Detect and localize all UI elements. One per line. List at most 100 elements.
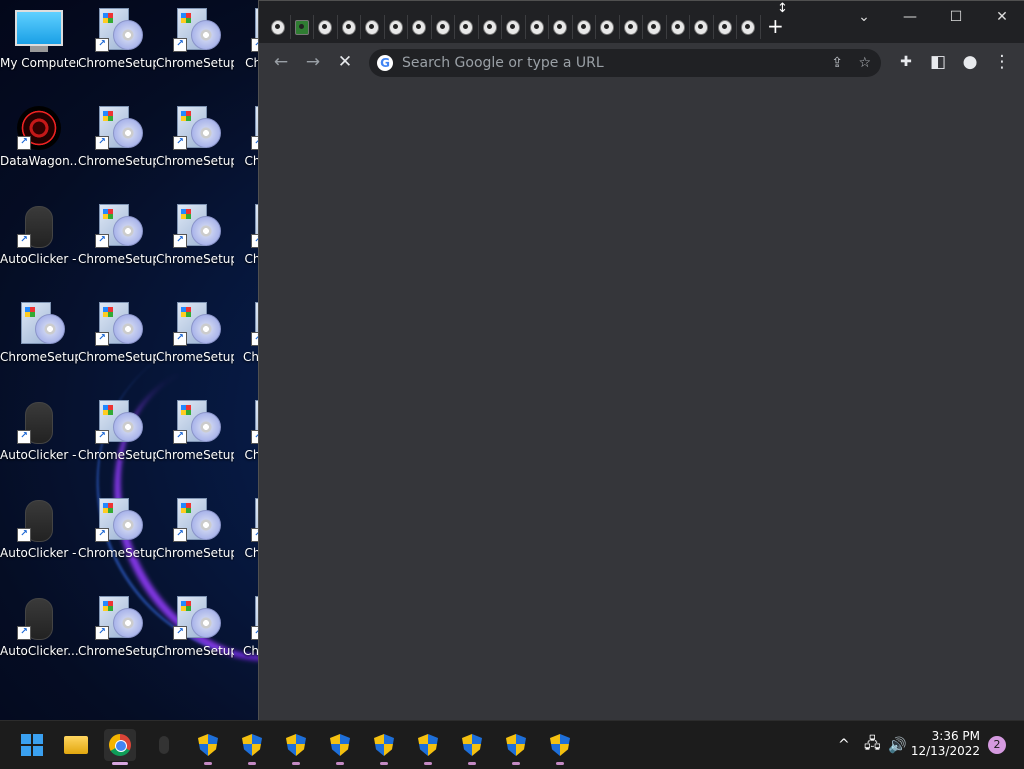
desktop-icon-label: ChromeSetup - Copy (3) - ...	[78, 546, 156, 560]
desktop-icon-label: AutoClicker... - Shortcut	[0, 644, 78, 658]
network-icon[interactable]: 🖧	[864, 721, 881, 769]
uac-app-taskbar-button[interactable]	[192, 729, 224, 765]
desktop-icon-mycomputer[interactable]: My Computer	[0, 0, 78, 92]
shield-icon	[462, 734, 482, 756]
running-indicator	[556, 762, 564, 765]
browser-tab[interactable]	[385, 15, 408, 39]
profile-icon[interactable]: ●	[959, 51, 981, 73]
browser-tab[interactable]	[455, 15, 479, 39]
running-indicator	[204, 762, 212, 765]
browser-tab[interactable]	[737, 15, 761, 39]
shortcut-arrow-icon: ↗	[173, 626, 187, 640]
desktop-icon-label: ChromeSetup - Copy (5) - ...	[156, 252, 234, 266]
shortcut-arrow-icon: ↗	[17, 234, 31, 248]
uac-app-taskbar-button[interactable]	[368, 729, 400, 765]
tab-favicon-icon	[670, 19, 685, 35]
menu-icon[interactable]: ⋮	[991, 51, 1013, 73]
desktop-icon-setup[interactable]: ↗ ChromeSetup - Copy (4).e...	[156, 98, 234, 190]
desktop-icon-mouse[interactable]: ↗ AutoClicker - Copy (2).ex...	[0, 196, 78, 288]
browser-tab[interactable]	[479, 15, 502, 39]
uac-app-taskbar-button[interactable]	[236, 729, 268, 765]
clock-date: 12/13/2022	[910, 744, 980, 758]
browser-tab[interactable]	[549, 15, 573, 39]
extensions-icon[interactable]: ✚	[895, 51, 917, 73]
desktop-icon-mouse[interactable]: ↗ AutoClicker - Copy.exe - ...	[0, 490, 78, 582]
uac-app-taskbar-button[interactable]	[412, 729, 444, 765]
browser-tab[interactable]	[338, 15, 361, 39]
uac-app-taskbar-button[interactable]	[456, 729, 488, 765]
uac-app-taskbar-button[interactable]	[324, 729, 356, 765]
shortcut-arrow-icon: ↗	[173, 430, 187, 444]
volume-icon[interactable]: 🔊	[888, 721, 907, 769]
shield-icon	[198, 734, 218, 756]
browser-tab[interactable]	[314, 15, 338, 39]
browser-tab[interactable]	[690, 15, 714, 39]
minimize-button[interactable]: —	[887, 1, 933, 33]
browser-tab[interactable]	[714, 15, 737, 39]
desktop-icon-setup[interactable]: ↗ ChromeSetup - Copy (6) - ...	[156, 392, 234, 484]
tab-favicon-icon	[553, 19, 568, 35]
desktop-icon-setup[interactable]: ↗ ChromeSetup - Copy (3) - ...	[78, 490, 156, 582]
windows-logo-icon	[21, 734, 43, 756]
maximize-button[interactable]: ☐	[933, 1, 979, 33]
desktop-icon-setup[interactable]: ↗ ChromeSetup - Copy - Co...	[78, 0, 156, 92]
uac-app-taskbar-button[interactable]	[544, 729, 576, 765]
desktop-icon-setup[interactable]: ↗ ChromeSetup - Copy (6).e...	[156, 490, 234, 582]
desktop-icon-setup[interactable]: ↗ ChromeSetup - Copy (5) - ...	[156, 196, 234, 288]
bookmark-star-icon[interactable]: ☆	[858, 55, 871, 71]
browser-tab[interactable]	[620, 15, 643, 39]
desktop-icon-setup[interactable]: ↗ ChromeSetup - Copy (3).e...	[78, 588, 156, 680]
setup-icon: ↗	[93, 398, 143, 444]
desktop-icon-setup[interactable]: ↗ ChromeSetup - Copy (2) - ...	[78, 294, 156, 386]
browser-tab[interactable]	[596, 15, 620, 39]
browser-tab[interactable]	[361, 15, 385, 39]
file-explorer-button[interactable]	[60, 729, 92, 761]
shortcut-arrow-icon: ↗	[17, 430, 31, 444]
desktop-icon-label: DataWagon...	[0, 154, 78, 168]
desktop-icon-setup[interactable]: ↗ ChromeSetup - Copy (7) - ...	[156, 588, 234, 680]
tab-favicon-icon	[717, 19, 732, 35]
uac-app-taskbar-button[interactable]	[500, 729, 532, 765]
desktop-icon-mouse[interactable]: ↗ AutoClicker - Copy (3).ex...	[0, 392, 78, 484]
forward-button[interactable]: →	[302, 51, 324, 73]
desktop-icon-setup[interactable]: ↗ ChromeSetup - Copy (4) - ...	[156, 0, 234, 92]
desktop-icon-setup[interactable]: ChromeSetup (14).exe	[0, 294, 78, 386]
tab-search-button[interactable]: ⌄	[841, 1, 887, 33]
browser-tab[interactable]	[502, 15, 526, 39]
back-button[interactable]: ←	[270, 51, 292, 73]
browser-tab[interactable]	[526, 15, 549, 39]
browser-tab[interactable]	[291, 15, 314, 39]
share-icon[interactable]: ⇪	[831, 55, 843, 71]
stop-loading-button[interactable]: ✕	[334, 51, 356, 73]
clock[interactable]: 3:36 PM 12/13/2022	[911, 729, 980, 759]
browser-tab[interactable]	[432, 15, 455, 39]
notification-badge[interactable]: 2	[988, 736, 1006, 754]
desktop-icon-label: ChromeSetup (14).exe	[0, 350, 78, 364]
setup-icon: ↗	[171, 300, 221, 346]
desktop-icon-setup[interactable]: ↗ ChromeSetup - Copy (5).e...	[156, 294, 234, 386]
shortcut-arrow-icon: ↗	[173, 136, 187, 150]
show-hidden-icons-button[interactable]: ^	[838, 721, 850, 769]
browser-tab[interactable]	[643, 15, 667, 39]
desktop-icon-setup[interactable]: ↗ ChromeSetup - Copy - Co...	[78, 196, 156, 288]
datawagon-icon: ↗	[15, 104, 63, 150]
browser-tab[interactable]	[573, 15, 596, 39]
close-button[interactable]: ✕	[979, 1, 1024, 33]
autoclicker-taskbar-button[interactable]	[148, 729, 180, 761]
running-indicator	[512, 762, 520, 765]
new-tab-button[interactable]: +	[767, 15, 784, 37]
chrome-taskbar-button[interactable]	[104, 729, 136, 765]
browser-tab[interactable]	[408, 15, 432, 39]
desktop-icon-datawagon[interactable]: ↗ DataWagon...	[0, 98, 78, 190]
mouse-icon: ↗	[15, 202, 63, 248]
uac-app-taskbar-button[interactable]	[280, 729, 312, 765]
desktop-icon-mouse[interactable]: ↗ AutoClicker... - Shortcut	[0, 588, 78, 680]
start-button[interactable]	[16, 729, 48, 761]
shortcut-arrow-icon: ↗	[17, 136, 31, 150]
browser-tab[interactable]	[267, 15, 291, 39]
address-bar[interactable]: G Search Google or type a URL ⇪ ☆	[369, 49, 881, 77]
browser-tab[interactable]	[667, 15, 690, 39]
side-panel-icon[interactable]: ◧	[927, 51, 949, 73]
desktop-icon-setup[interactable]: ↗ ChromeSetup - Copy (2).e...	[78, 392, 156, 484]
desktop-icon-setup[interactable]: ↗ ChromeSetup - Copy - Co...	[78, 98, 156, 190]
